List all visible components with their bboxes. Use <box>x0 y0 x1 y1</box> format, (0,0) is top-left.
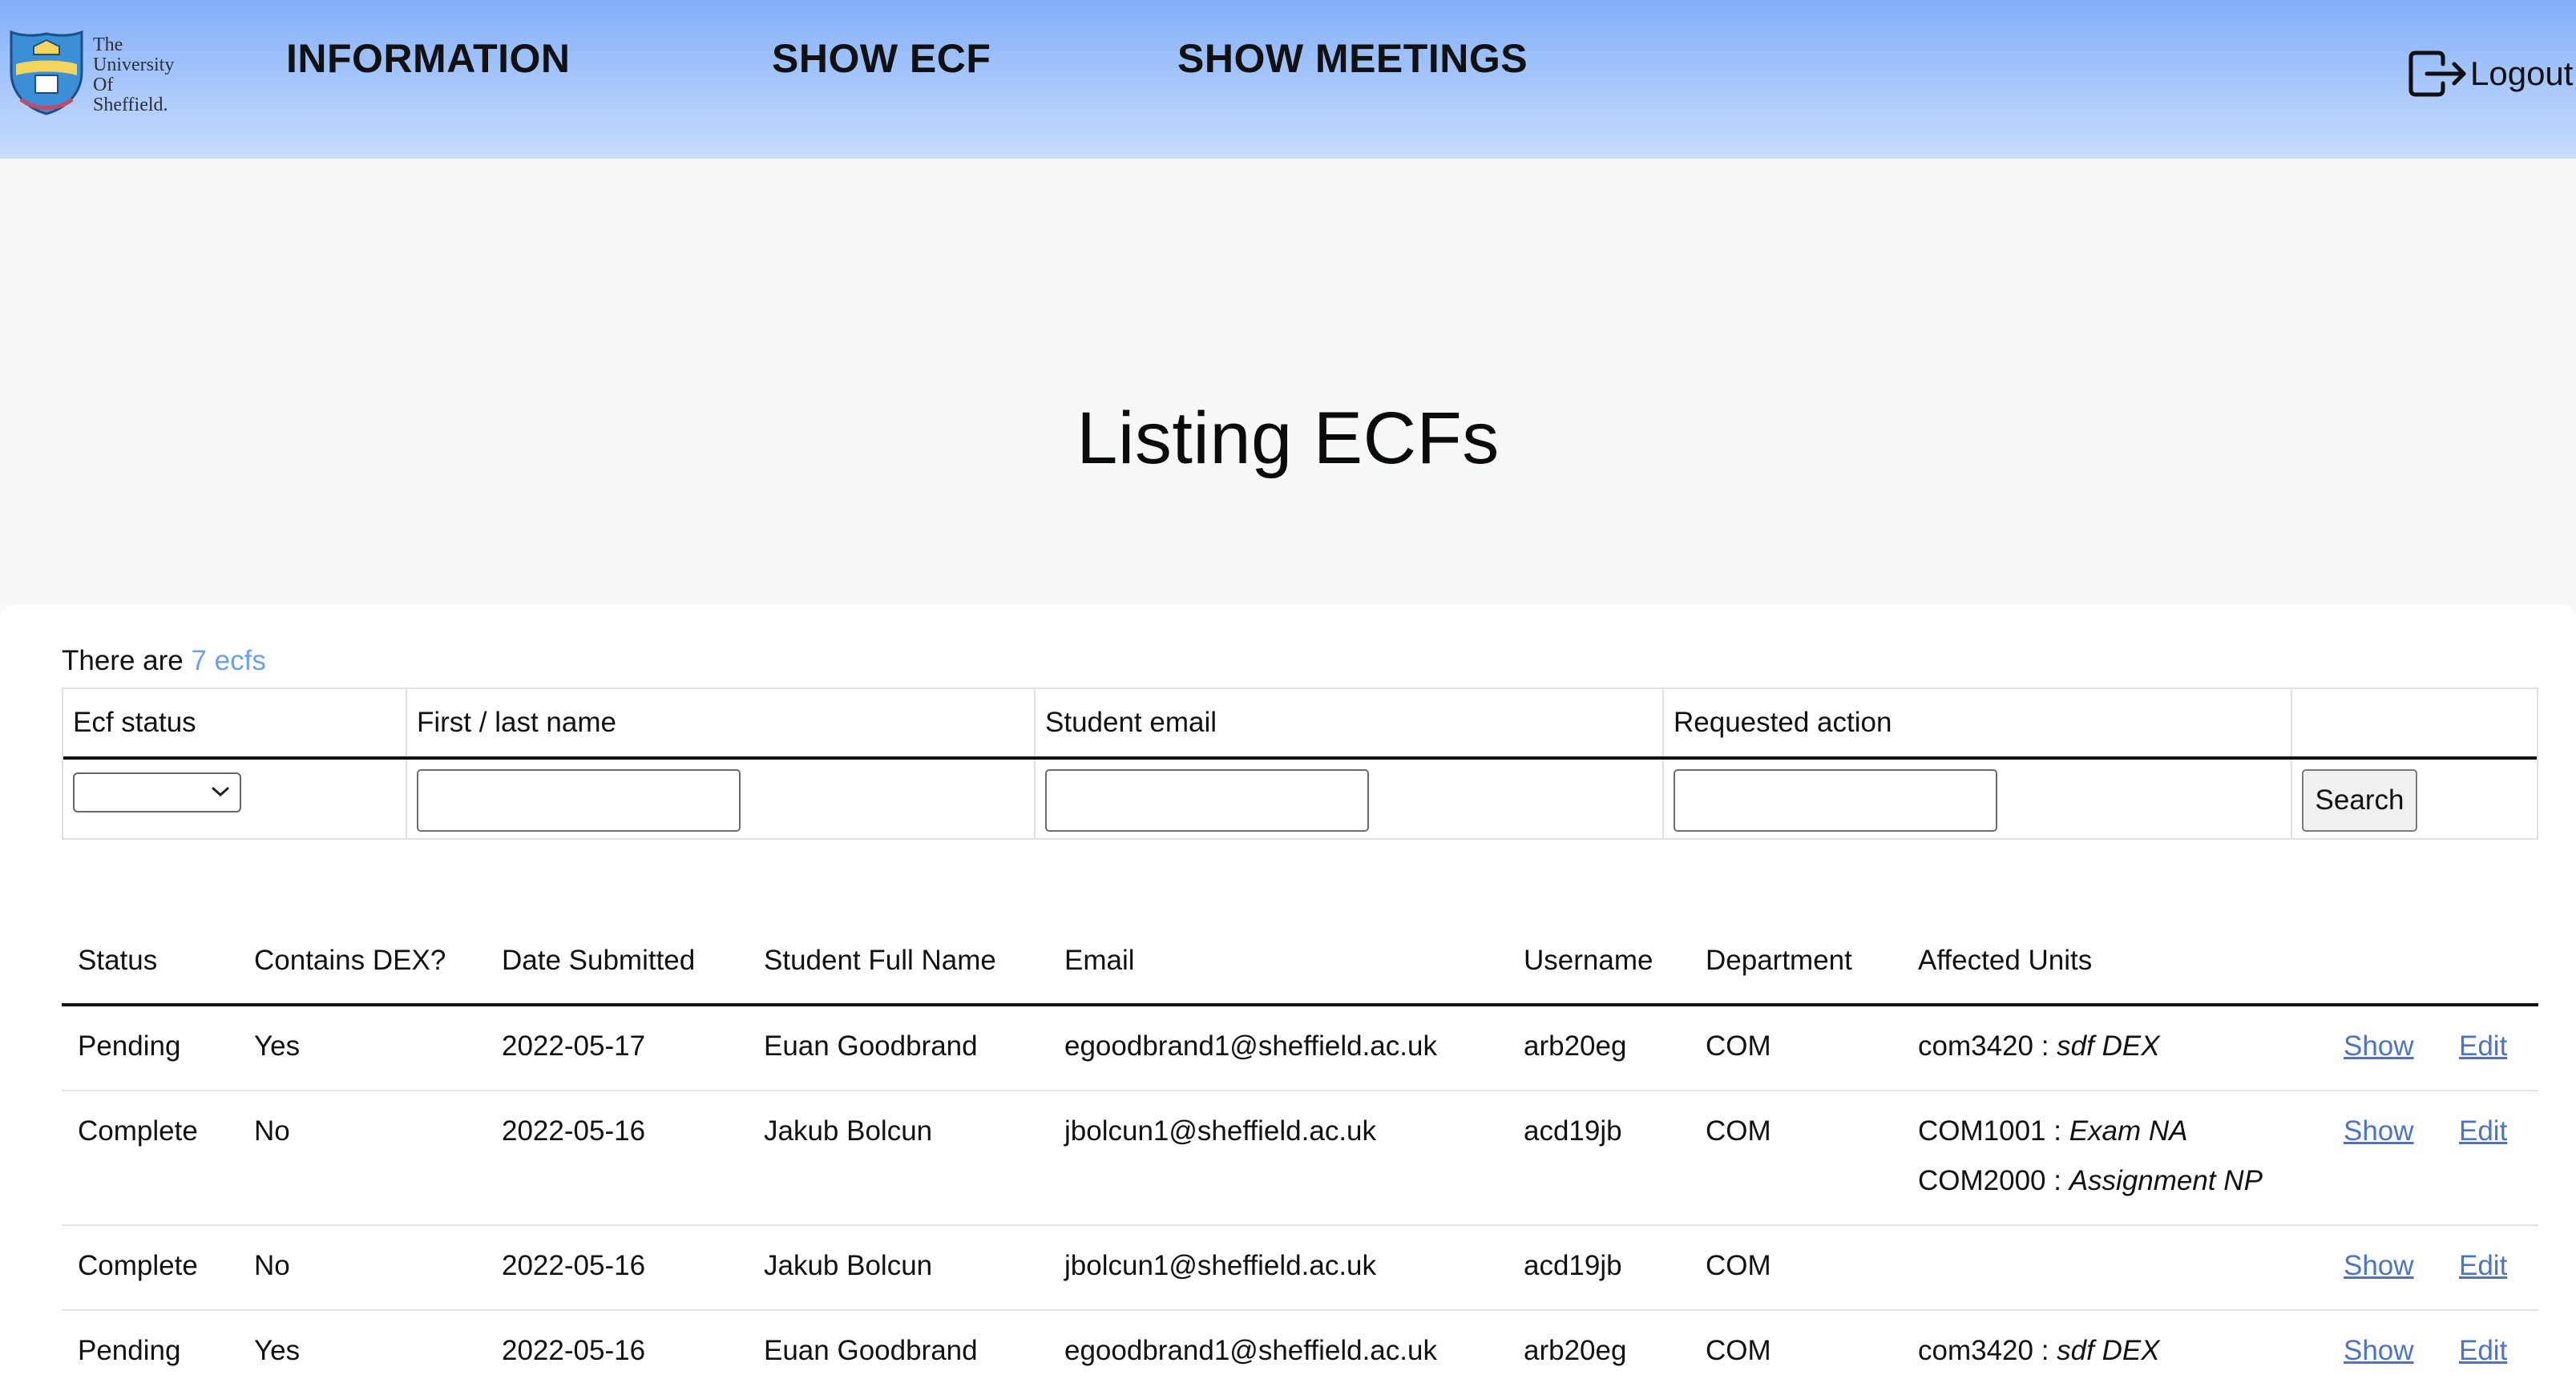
cell-department: COM <box>1706 1250 1771 1281</box>
column-divider <box>1034 689 1036 840</box>
cell-status: Complete <box>78 1250 198 1281</box>
column-header-department: Department <box>1706 945 1852 976</box>
unit-detail: sdf DEX <box>2057 1030 2160 1062</box>
search-button[interactable]: Search <box>2302 769 2417 832</box>
affected-unit: COM1001 : Exam NA <box>1918 1115 2263 1165</box>
cell-name: Euan Goodbrand <box>764 1030 978 1062</box>
cell-status: Complete <box>78 1115 198 1147</box>
cell-name: Euan Goodbrand <box>764 1335 978 1366</box>
nav-information[interactable]: INFORMATION <box>286 35 571 82</box>
show-link[interactable]: Show <box>2344 1115 2414 1147</box>
logo-line: Sheffield. <box>93 95 168 115</box>
column-header-dex: Contains DEX? <box>254 945 446 976</box>
cell-department: COM <box>1706 1335 1771 1366</box>
column-divider <box>1662 689 1664 840</box>
unit-code: com3420 : <box>1918 1335 2049 1366</box>
cell-username: acd19jb <box>1524 1115 1622 1147</box>
table-row: Pending Yes 2022-05-17 Euan Goodbrand eg… <box>62 1006 2538 1091</box>
cell-username: acd19jb <box>1524 1250 1622 1281</box>
cell-affected-units: COM1001 : Exam NA COM2000 : Assignment N… <box>1918 1115 2263 1215</box>
count-prefix: There are <box>62 645 184 676</box>
cell-name: Jakub Bolcun <box>764 1115 933 1147</box>
unit-code: COM2000 : <box>1918 1165 2061 1196</box>
cell-date: 2022-05-16 <box>502 1250 646 1281</box>
cell-status: Pending <box>78 1030 181 1062</box>
search-header-status: Ecf status <box>73 707 196 738</box>
nav-show-ecf[interactable]: SHOW ECF <box>772 35 991 82</box>
chevron-down-icon <box>212 787 229 797</box>
unit-detail: Exam NA <box>2069 1115 2188 1147</box>
logo-line: Of <box>93 75 114 95</box>
column-header-username: Username <box>1524 945 1653 976</box>
show-link[interactable]: Show <box>2344 1250 2414 1282</box>
logo-line: University <box>93 54 175 75</box>
cell-email: jbolcun1@sheffield.ac.uk <box>1064 1115 1377 1147</box>
edit-link[interactable]: Edit <box>2459 1115 2507 1147</box>
show-link[interactable]: Show <box>2344 1335 2414 1367</box>
search-header-name: First / last name <box>417 707 616 738</box>
cell-status: Pending <box>78 1335 181 1366</box>
cell-dex: No <box>254 1250 290 1281</box>
column-header-email: Email <box>1064 945 1135 976</box>
column-header-units: Affected Units <box>1918 945 2093 976</box>
top-navbar: The University Of Sheffield. INFORMATION… <box>0 0 2576 159</box>
cell-date: 2022-05-16 <box>502 1335 646 1366</box>
column-divider <box>2291 689 2292 840</box>
cell-email: jbolcun1@sheffield.ac.uk <box>1064 1250 1377 1281</box>
cell-department: COM <box>1706 1030 1771 1062</box>
logout-icon <box>2408 50 2466 97</box>
cell-affected-units: com3420 : sdf DEX <box>1918 1335 2160 1383</box>
logout-button[interactable]: Logout <box>2408 48 2573 99</box>
table-row: Complete No 2022-05-16 Jakub Bolcun jbol… <box>62 1226 2538 1311</box>
cell-date: 2022-05-16 <box>502 1115 646 1147</box>
edit-link[interactable]: Edit <box>2459 1030 2507 1062</box>
unit-detail: Assignment NP <box>2069 1165 2263 1196</box>
search-form: Ecf status First / last name Student ema… <box>62 687 2538 840</box>
table-row: Pending Yes 2022-05-16 Euan Goodbrand eg… <box>62 1311 2538 1383</box>
affected-unit: COM2000 : Assignment NP <box>1918 1165 2263 1215</box>
cell-dex: Yes <box>254 1335 301 1366</box>
cell-email: egoodbrand1@sheffield.ac.uk <box>1064 1030 1437 1062</box>
cell-affected-units: com3420 : sdf DEX <box>1918 1030 2160 1080</box>
affected-unit: com3420 : sdf DEX <box>1918 1335 2160 1383</box>
column-header-name: Student Full Name <box>764 945 996 976</box>
table-row: Complete No 2022-05-16 Jakub Bolcun jbol… <box>62 1091 2538 1226</box>
affected-unit: com3420 : sdf DEX <box>1918 1030 2160 1080</box>
university-logo[interactable]: The University Of Sheffield. <box>5 30 189 119</box>
cell-department: COM <box>1706 1115 1771 1147</box>
action-search-input[interactable] <box>1674 769 1997 832</box>
page-title: Listing ECFs <box>1076 397 1500 479</box>
search-header-email: Student email <box>1045 707 1217 738</box>
column-header-status: Status <box>78 945 158 976</box>
column-header-date: Date Submitted <box>502 945 696 976</box>
crest-icon <box>10 30 83 115</box>
nav-show-meetings[interactable]: SHOW MEETINGS <box>1177 35 1528 82</box>
edit-link[interactable]: Edit <box>2459 1250 2507 1282</box>
cell-name: Jakub Bolcun <box>764 1250 933 1281</box>
ecf-status-select[interactable] <box>73 772 241 812</box>
ecf-count-link[interactable]: 7 ecfs <box>191 645 265 676</box>
header-rule <box>63 756 2537 760</box>
search-header-action: Requested action <box>1674 707 1892 738</box>
cell-email: egoodbrand1@sheffield.ac.uk <box>1064 1335 1437 1366</box>
ecf-count: There are 7 ecfs <box>62 645 266 677</box>
unit-code: COM1001 : <box>1918 1115 2061 1147</box>
email-search-input[interactable] <box>1045 769 1369 832</box>
logo-wordmark: The University Of Sheffield. <box>93 35 174 115</box>
cell-dex: Yes <box>254 1030 301 1062</box>
cell-username: arb20eg <box>1524 1335 1627 1366</box>
unit-code: com3420 : <box>1918 1030 2049 1062</box>
cell-date: 2022-05-17 <box>502 1030 646 1062</box>
edit-link[interactable]: Edit <box>2459 1335 2507 1367</box>
logout-label: Logout <box>2470 54 2574 92</box>
cell-username: arb20eg <box>1524 1030 1627 1062</box>
logo-line: The <box>93 34 123 55</box>
unit-detail: sdf DEX <box>2057 1335 2160 1366</box>
show-link[interactable]: Show <box>2344 1030 2414 1062</box>
search-header-empty <box>2292 689 2312 758</box>
column-divider <box>406 689 407 840</box>
cell-dex: No <box>254 1115 290 1147</box>
name-search-input[interactable] <box>417 769 741 832</box>
